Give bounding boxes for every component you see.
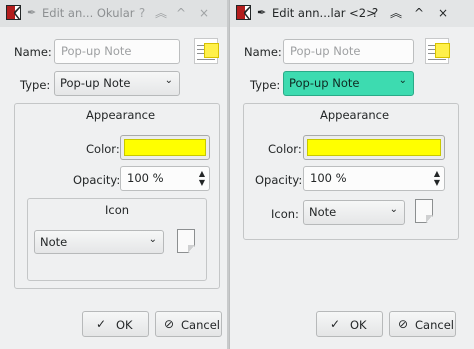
dialog-window-right: ✒ Edit ann...lar <2> ? ︽ ^ × Name: Pop-u… — [229, 0, 474, 349]
keep-above-button[interactable]: ︽ — [152, 4, 170, 22]
name-label: Name: — [244, 45, 282, 59]
note-icon — [415, 199, 433, 223]
ok-button[interactable]: ✓ OK — [82, 311, 149, 337]
note-preview-icon — [194, 38, 219, 64]
help-button[interactable]: ? — [366, 4, 384, 22]
chevron-down-icon: ⌄ — [164, 75, 173, 86]
type-label: Type: — [20, 78, 51, 92]
appearance-title: Appearance — [320, 108, 390, 122]
color-swatch — [307, 139, 441, 156]
note-preview-icon — [425, 38, 450, 64]
chevron-down-icon: ⌄ — [398, 75, 407, 86]
appearance-title: Appearance — [86, 108, 156, 122]
icon-value: Note — [309, 205, 337, 219]
window-title: Edit an... Okular — [42, 6, 135, 20]
color-label: Color: — [268, 142, 302, 156]
opacity-label: Opacity: — [73, 173, 121, 187]
spin-arrows-icon[interactable]: ▲ ▼ — [434, 169, 440, 187]
name-placeholder: Pop-up Note — [61, 44, 132, 58]
keep-above-button[interactable]: ︽ — [387, 4, 405, 22]
chevron-down-icon: ⌄ — [389, 204, 398, 215]
cancel-icon: ⊘ — [398, 317, 409, 331]
name-label: Name: — [14, 45, 52, 59]
check-icon: ✓ — [330, 317, 341, 331]
opacity-label: Opacity: — [255, 173, 303, 187]
cancel-button[interactable]: ⊘ Cancel — [155, 311, 222, 337]
spin-arrows-icon[interactable]: ▲ ▼ — [199, 169, 205, 187]
type-value: Pop-up Note — [60, 76, 131, 90]
window-title: Edit ann...lar <2> — [272, 6, 376, 20]
chevron-down-icon: ⌄ — [148, 234, 157, 245]
minimize-button[interactable]: ^ — [172, 4, 190, 22]
title-bar[interactable]: ✒ Edit ann...lar <2> ? ︽ ^ × — [230, 0, 474, 27]
icon-select[interactable]: Note ⌄ — [34, 230, 164, 254]
opacity-value: 100 % — [310, 171, 347, 185]
appearance-group: Appearance Color: Opacity: 100 % ▲ ▼ Icon… — [243, 103, 459, 240]
type-value: Pop-up Note — [289, 76, 360, 90]
title-bar[interactable]: ✒ Edit an... Okular ? ︽ ^ × — [0, 0, 227, 27]
help-button[interactable]: ? — [133, 4, 151, 22]
close-button[interactable]: × — [195, 4, 213, 22]
color-swatch — [124, 139, 206, 156]
opacity-spinbox[interactable]: 100 % ▲ ▼ — [303, 166, 445, 191]
icon-label: Icon: — [271, 207, 299, 221]
icon-value: Note — [40, 235, 68, 249]
cancel-button[interactable]: ⊘ Cancel — [389, 311, 456, 337]
note-icon — [177, 229, 195, 253]
dialog-window-left: ✒ Edit an... Okular ? ︽ ^ × Name: Pop-up… — [0, 0, 227, 349]
cancel-icon: ⊘ — [164, 317, 175, 331]
color-label: Color: — [86, 142, 120, 156]
type-select[interactable]: Pop-up Note ⌄ — [54, 71, 180, 96]
name-placeholder: Pop-up Note — [290, 44, 361, 58]
type-select[interactable]: Pop-up Note ⌄ — [283, 71, 414, 96]
appearance-group: Appearance Color: Opacity: 100 % ▲ ▼ Icon… — [14, 103, 220, 289]
close-button[interactable]: × — [434, 4, 452, 22]
opacity-value: 100 % — [127, 171, 164, 185]
check-icon: ✓ — [96, 317, 107, 331]
okular-app-icon — [6, 5, 21, 20]
color-picker-button[interactable] — [120, 135, 210, 160]
icon-select[interactable]: Note ⌄ — [303, 200, 405, 225]
name-input[interactable]: Pop-up Note — [283, 39, 414, 64]
pin-icon[interactable]: ✒ — [257, 6, 266, 19]
type-label: Type: — [250, 78, 281, 92]
icon-group: Icon Note ⌄ — [27, 198, 207, 281]
color-picker-button[interactable] — [303, 135, 445, 160]
icon-group-title: Icon — [105, 203, 130, 217]
pin-icon[interactable]: ✒ — [27, 6, 36, 19]
ok-button[interactable]: ✓ OK — [316, 311, 383, 337]
name-input[interactable]: Pop-up Note — [54, 39, 180, 64]
minimize-button[interactable]: ^ — [410, 4, 428, 22]
opacity-spinbox[interactable]: 100 % ▲ ▼ — [120, 166, 210, 191]
okular-app-icon — [236, 5, 251, 20]
